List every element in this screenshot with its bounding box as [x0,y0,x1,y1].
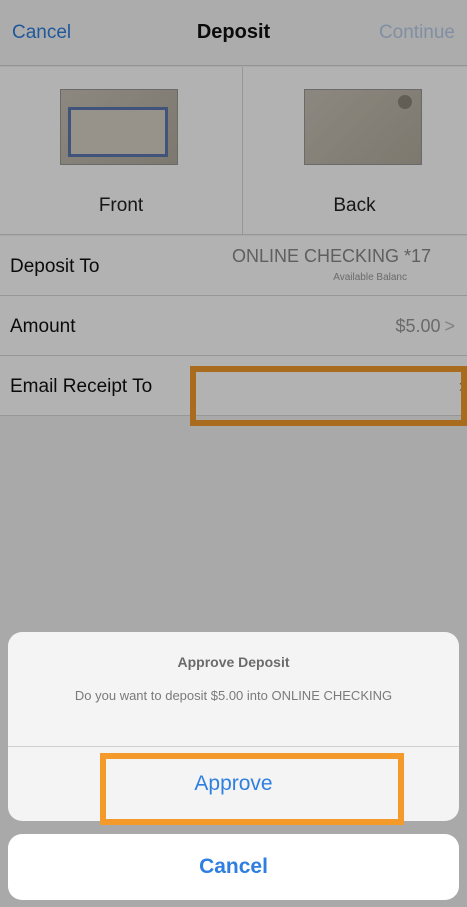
cancel-button[interactable]: Cancel [8,834,459,900]
approve-button-highlight [100,753,404,825]
action-sheet-title: Approve Deposit [177,654,290,670]
action-sheet-message: Do you want to deposit $5.00 into ONLINE… [74,688,393,703]
